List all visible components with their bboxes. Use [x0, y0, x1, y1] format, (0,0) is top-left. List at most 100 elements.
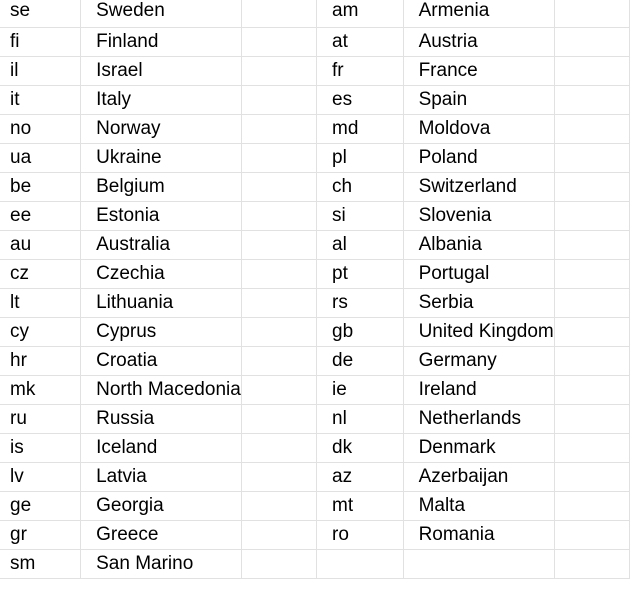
cell[interactable]: Latvia: [80, 462, 242, 492]
cell[interactable]: Finland: [80, 27, 242, 57]
cell[interactable]: Australia: [80, 230, 242, 260]
cell[interactable]: dk: [316, 433, 404, 463]
cell[interactable]: [240, 27, 318, 57]
cell[interactable]: Azerbaijan: [402, 462, 555, 492]
cell[interactable]: Slovenia: [402, 201, 555, 231]
cell[interactable]: [553, 259, 631, 289]
cell[interactable]: Armenia: [402, 0, 555, 28]
cell[interactable]: sm: [0, 549, 82, 579]
cell[interactable]: Greece: [80, 520, 242, 550]
cell[interactable]: de: [316, 346, 404, 376]
cell[interactable]: [240, 491, 318, 521]
cell[interactable]: ro: [316, 520, 404, 550]
cell[interactable]: [553, 0, 631, 28]
cell[interactable]: nl: [316, 404, 404, 434]
cell[interactable]: [553, 375, 631, 405]
cell[interactable]: it: [0, 85, 82, 115]
cell[interactable]: Ukraine: [80, 143, 242, 173]
cell[interactable]: [553, 491, 631, 521]
cell[interactable]: [240, 462, 318, 492]
cell[interactable]: [240, 433, 318, 463]
cell[interactable]: gr: [0, 520, 82, 550]
cell[interactable]: [553, 288, 631, 318]
cell[interactable]: [553, 172, 631, 202]
cell[interactable]: Moldova: [402, 114, 555, 144]
cell[interactable]: cz: [0, 259, 82, 289]
cell[interactable]: [553, 85, 631, 115]
cell[interactable]: lt: [0, 288, 82, 318]
cell[interactable]: Lithuania: [80, 288, 242, 318]
cell[interactable]: si: [316, 201, 404, 231]
cell[interactable]: ch: [316, 172, 404, 202]
cell[interactable]: [240, 201, 318, 231]
cell[interactable]: Russia: [80, 404, 242, 434]
cell[interactable]: [553, 143, 631, 173]
cell[interactable]: Serbia: [402, 288, 555, 318]
cell[interactable]: ua: [0, 143, 82, 173]
cell[interactable]: [553, 317, 631, 347]
cell[interactable]: [553, 230, 631, 260]
cell[interactable]: hr: [0, 346, 82, 376]
cell[interactable]: Spain: [402, 85, 555, 115]
cell[interactable]: al: [316, 230, 404, 260]
cell[interactable]: Denmark: [402, 433, 555, 463]
cell[interactable]: [240, 404, 318, 434]
cell[interactable]: [553, 549, 631, 579]
cell[interactable]: [240, 549, 318, 579]
cell[interactable]: [240, 56, 318, 86]
cell[interactable]: [240, 317, 318, 347]
cell[interactable]: Czechia: [80, 259, 242, 289]
cell[interactable]: Poland: [402, 143, 555, 173]
cell[interactable]: Belgium: [80, 172, 242, 202]
cell[interactable]: Estonia: [80, 201, 242, 231]
cell[interactable]: mk: [0, 375, 82, 405]
cell[interactable]: Albania: [402, 230, 555, 260]
cell[interactable]: md: [316, 114, 404, 144]
cell[interactable]: [240, 230, 318, 260]
cell[interactable]: Croatia: [80, 346, 242, 376]
cell[interactable]: [553, 346, 631, 376]
cell[interactable]: [240, 520, 318, 550]
cell[interactable]: Israel: [80, 56, 242, 86]
cell[interactable]: Georgia: [80, 491, 242, 521]
cell[interactable]: Germany: [402, 346, 555, 376]
cell[interactable]: Norway: [80, 114, 242, 144]
cell[interactable]: Cyprus: [80, 317, 242, 347]
cell[interactable]: [240, 346, 318, 376]
cell[interactable]: [240, 288, 318, 318]
cell[interactable]: at: [316, 27, 404, 57]
cell[interactable]: Iceland: [80, 433, 242, 463]
cell[interactable]: gb: [316, 317, 404, 347]
cell[interactable]: ie: [316, 375, 404, 405]
cell[interactable]: [553, 27, 631, 57]
cell[interactable]: ru: [0, 404, 82, 434]
cell[interactable]: cy: [0, 317, 82, 347]
cell[interactable]: [553, 114, 631, 144]
cell[interactable]: Netherlands: [402, 404, 555, 434]
cell[interactable]: France: [402, 56, 555, 86]
cell[interactable]: [240, 0, 318, 28]
cell[interactable]: lv: [0, 462, 82, 492]
cell[interactable]: se: [0, 0, 82, 28]
cell[interactable]: United Kingdom: [402, 317, 555, 347]
cell[interactable]: [240, 114, 318, 144]
cell[interactable]: pl: [316, 143, 404, 173]
cell[interactable]: no: [0, 114, 82, 144]
cell[interactable]: es: [316, 85, 404, 115]
cell[interactable]: [240, 375, 318, 405]
cell[interactable]: [553, 520, 631, 550]
cell[interactable]: [553, 56, 631, 86]
cell[interactable]: Malta: [402, 491, 555, 521]
cell[interactable]: Ireland: [402, 375, 555, 405]
cell[interactable]: [402, 549, 555, 579]
cell[interactable]: ee: [0, 201, 82, 231]
cell[interactable]: mt: [316, 491, 404, 521]
cell[interactable]: [553, 462, 631, 492]
cell[interactable]: fr: [316, 56, 404, 86]
cell[interactable]: ge: [0, 491, 82, 521]
cell[interactable]: San Marino: [80, 549, 242, 579]
cell[interactable]: [240, 143, 318, 173]
cell[interactable]: au: [0, 230, 82, 260]
cell[interactable]: [553, 433, 631, 463]
cell[interactable]: [316, 549, 404, 579]
